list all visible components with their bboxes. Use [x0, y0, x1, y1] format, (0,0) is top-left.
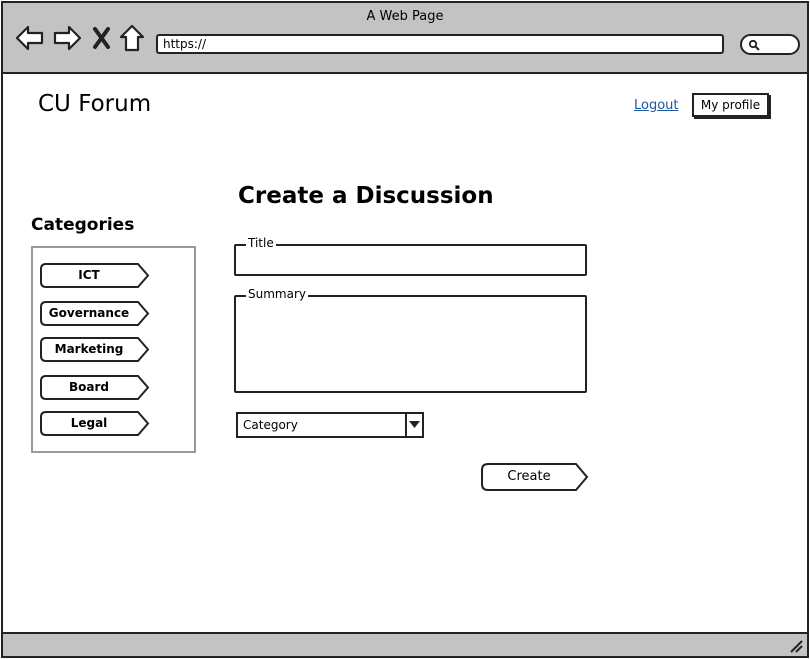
categories-heading: Categories	[31, 215, 135, 235]
category-tag-label: Marketing	[54, 342, 124, 356]
site-brand: CU Forum	[38, 91, 152, 117]
arrow-left-icon[interactable]	[15, 23, 45, 53]
summary-field: Summary	[234, 287, 587, 393]
title-input[interactable]	[236, 246, 585, 274]
category-tag-legal[interactable]: Legal	[40, 411, 150, 436]
window-title: A Web Page	[366, 9, 444, 24]
caret-down-icon	[409, 421, 420, 428]
browser-window: A Web Page https:// CU Forum Logout My p…	[1, 1, 809, 658]
home-icon[interactable]	[117, 23, 147, 53]
search-icon	[748, 39, 760, 51]
category-tag-label: ICT	[78, 268, 100, 282]
arrow-right-icon[interactable]	[52, 23, 82, 53]
logout-link[interactable]: Logout	[634, 98, 679, 113]
dropdown-arrow[interactable]	[405, 414, 422, 436]
url-input[interactable]: https://	[156, 34, 724, 54]
title-field-label: Title	[246, 236, 276, 250]
category-tag-marketing[interactable]: Marketing	[40, 337, 150, 362]
category-select-value: Category	[243, 418, 298, 432]
browser-status-bar	[3, 632, 807, 656]
my-profile-button[interactable]: My profile	[692, 93, 769, 117]
category-tag-label: Legal	[70, 416, 108, 430]
browser-search-field[interactable]	[740, 34, 800, 55]
category-tag-label: Board	[69, 380, 109, 394]
create-button-label: Create	[507, 469, 551, 484]
create-button[interactable]: Create	[481, 463, 589, 491]
resize-grip-icon[interactable]	[789, 639, 803, 653]
categories-panel: ICT Governance Marketing Board Legal	[31, 246, 196, 453]
category-tag-board[interactable]: Board	[40, 375, 150, 400]
category-select[interactable]: Category	[236, 412, 424, 438]
summary-textarea[interactable]	[236, 297, 585, 391]
category-tag-label: Governance	[48, 306, 130, 320]
browser-toolbar: A Web Page https://	[3, 3, 807, 74]
close-icon[interactable]	[90, 23, 120, 53]
title-field: Title	[234, 236, 587, 276]
summary-field-label: Summary	[246, 287, 308, 301]
page-title: Create a Discussion	[238, 183, 494, 209]
category-tag-ict[interactable]: ICT	[40, 263, 150, 288]
category-tag-governance[interactable]: Governance	[40, 301, 150, 326]
